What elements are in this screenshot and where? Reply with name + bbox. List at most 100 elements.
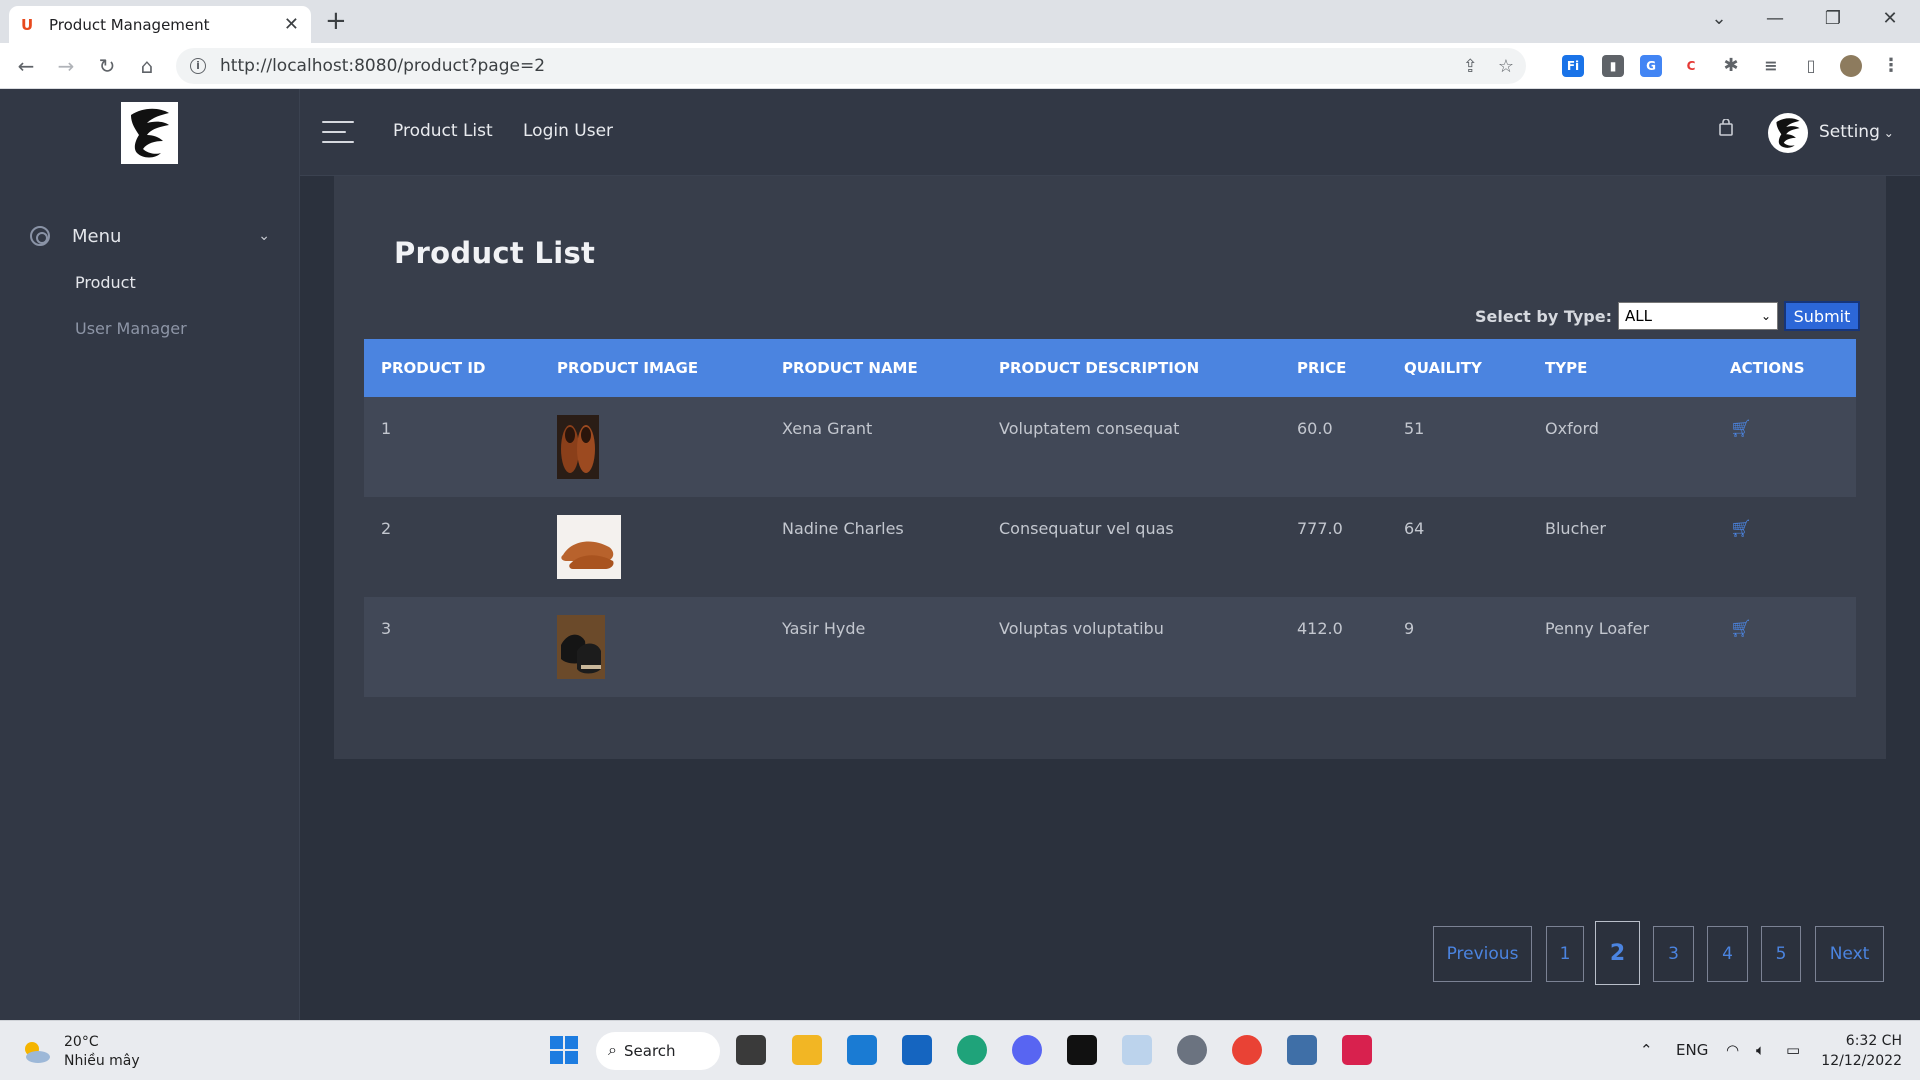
pagination-previous[interactable]: Previous	[1433, 926, 1532, 982]
site-favicon-icon: U	[21, 15, 34, 34]
extension-phone-icon[interactable]: ▮	[1602, 55, 1624, 77]
profile-avatar[interactable]	[1840, 55, 1862, 77]
cell-product-description: Voluptas voluptatibu	[999, 619, 1164, 638]
reload-button[interactable]: ↻	[93, 52, 121, 80]
menu-target-icon	[30, 226, 50, 246]
cell-type: Blucher	[1545, 519, 1606, 538]
share-icon[interactable]: ⇪	[1463, 56, 1478, 77]
cell-product-description: Consequatur vel quas	[999, 519, 1174, 538]
mysql-workbench-icon[interactable]	[1287, 1035, 1317, 1065]
side-panel-icon[interactable]: ▯	[1800, 55, 1822, 77]
filter-label: Select by Type:	[1474, 306, 1612, 326]
battery-icon[interactable]: ▭	[1786, 1041, 1800, 1059]
windows-taskbar: 20°C Nhiều mây ⌕ Search ⌃ ENG ◠ 🔈︎ ▭ 6:3…	[0, 1020, 1920, 1080]
extension-c-icon[interactable]: C	[1680, 55, 1702, 77]
cell-price: 777.0	[1297, 519, 1343, 538]
setting-dropdown[interactable]: Setting ⌄	[1819, 122, 1894, 142]
add-to-cart-icon[interactable]: 🛒︎	[1730, 519, 1752, 539]
cell-price: 60.0	[1297, 419, 1333, 438]
col-product-name: PRODUCT NAME	[782, 359, 918, 377]
address-bar[interactable]: i http://localhost:8080/product?page=2 ⇪…	[176, 48, 1526, 84]
col-product-description: PRODUCT DESCRIPTION	[999, 359, 1200, 377]
extensions-puzzle-icon[interactable]: ✱	[1720, 55, 1742, 77]
wifi-icon[interactable]: ◠	[1726, 1041, 1739, 1059]
media-queue-icon[interactable]: ≡	[1760, 55, 1782, 77]
chrome-icon[interactable]	[1232, 1035, 1262, 1065]
windows-start-icon[interactable]	[549, 1035, 579, 1065]
forward-button[interactable]: →	[52, 52, 80, 80]
clock-date: 12/12/2022	[1821, 1053, 1902, 1069]
discord-icon[interactable]	[1012, 1035, 1042, 1065]
system-clock[interactable]: 6:32 CH 12/12/2022	[1821, 1031, 1902, 1071]
cell-product-id: 1	[381, 419, 392, 438]
cell-product-name: Xena Grant	[782, 419, 873, 438]
edge-icon[interactable]	[957, 1035, 987, 1065]
vscode-icon[interactable]	[847, 1035, 877, 1065]
task-view-icon[interactable]	[736, 1035, 766, 1065]
setting-label: Setting	[1819, 122, 1880, 142]
chevron-down-icon: ⌄	[1760, 309, 1771, 323]
restore-button[interactable]: ❐	[1818, 6, 1848, 32]
pagination-page-4[interactable]: 4	[1707, 926, 1748, 982]
cell-price: 412.0	[1297, 619, 1343, 638]
pagination-next[interactable]: Next	[1815, 926, 1884, 982]
weather-condition: Nhiều mây	[64, 1053, 140, 1069]
nav-login-user[interactable]: Login User	[523, 121, 613, 141]
submit-button[interactable]: Submit	[1784, 301, 1860, 331]
intellij-icon[interactable]	[1342, 1035, 1372, 1065]
close-window-button[interactable]: ✕	[1875, 6, 1905, 32]
ms-store-icon[interactable]	[902, 1035, 932, 1065]
language-indicator[interactable]: ENG	[1676, 1041, 1708, 1059]
home-button[interactable]: ⌂	[133, 52, 161, 80]
monitor-chart-icon[interactable]	[1122, 1035, 1152, 1065]
taskbar-search[interactable]: ⌕ Search	[596, 1032, 720, 1070]
product-image	[557, 615, 605, 679]
browser-tab[interactable]: U Product Management ✕	[9, 6, 311, 43]
chevron-down-icon: ⌄	[258, 228, 270, 244]
pagination-page-3[interactable]: 3	[1653, 926, 1694, 982]
cell-product-name: Yasir Hyde	[782, 619, 866, 638]
site-info-icon[interactable]: i	[190, 58, 206, 74]
pagination-page-2[interactable]: 2	[1595, 921, 1640, 985]
sidebar-item-user-manager[interactable]: User Manager	[75, 319, 187, 338]
sidebar: Menu ⌄ Product User Manager	[0, 89, 300, 1020]
address-url[interactable]: http://localhost:8080/product?page=2	[220, 56, 545, 76]
brand-logo[interactable]	[121, 102, 178, 164]
browser-menu-icon[interactable]: ⋮	[1880, 55, 1902, 77]
minimize-button[interactable]: —	[1760, 6, 1790, 32]
cart-icon[interactable]	[1718, 118, 1734, 141]
extension-translate-icon[interactable]: G	[1640, 55, 1662, 77]
type-select[interactable]: ALL ⌄	[1618, 302, 1778, 330]
chevron-up-icon[interactable]: ⌃	[1640, 1041, 1653, 1059]
col-product-image: PRODUCT IMAGE	[557, 359, 699, 377]
tab-search-chevron-icon[interactable]: ⌄	[1704, 6, 1734, 32]
cell-quantity: 51	[1404, 419, 1425, 438]
garena-icon[interactable]	[1067, 1035, 1097, 1065]
new-tab-button[interactable]: +	[325, 8, 347, 34]
table-row: 1 Xena Grant Voluptatem consequat 60.0 5…	[364, 397, 1856, 497]
sidebar-item-product[interactable]: Product	[75, 273, 136, 292]
add-to-cart-icon[interactable]: 🛒︎	[1730, 419, 1752, 439]
chevron-down-icon: ⌄	[1879, 126, 1894, 140]
weather-widget[interactable]: 20°C Nhiều mây	[20, 1033, 140, 1071]
cell-product-description: Voluptatem consequat	[999, 419, 1180, 438]
extension-fi-icon[interactable]: Fi	[1562, 55, 1584, 77]
menu-toggle[interactable]: Menu ⌄	[30, 221, 270, 251]
product-image	[557, 515, 621, 579]
pagination-page-1[interactable]: 1	[1546, 926, 1584, 982]
volume-icon[interactable]: 🔈︎	[1756, 1041, 1765, 1059]
user-avatar[interactable]	[1768, 113, 1808, 153]
pagination-page-5[interactable]: 5	[1761, 926, 1801, 982]
back-button[interactable]: ←	[12, 52, 40, 80]
settings-gear-icon[interactable]	[1177, 1035, 1207, 1065]
col-type: TYPE	[1545, 359, 1588, 377]
type-filter: Select by Type: ALL ⌄ Submit	[1475, 301, 1860, 331]
cell-quantity: 9	[1404, 619, 1415, 638]
nav-product-list[interactable]: Product List	[393, 121, 493, 141]
winged-foot-logo-icon	[130, 108, 169, 158]
file-explorer-icon[interactable]	[792, 1035, 822, 1065]
add-to-cart-icon[interactable]: 🛒︎	[1730, 619, 1752, 639]
hamburger-menu-icon[interactable]	[322, 121, 354, 143]
bookmark-star-icon[interactable]: ☆	[1498, 56, 1514, 77]
close-tab-icon[interactable]: ✕	[284, 14, 299, 35]
